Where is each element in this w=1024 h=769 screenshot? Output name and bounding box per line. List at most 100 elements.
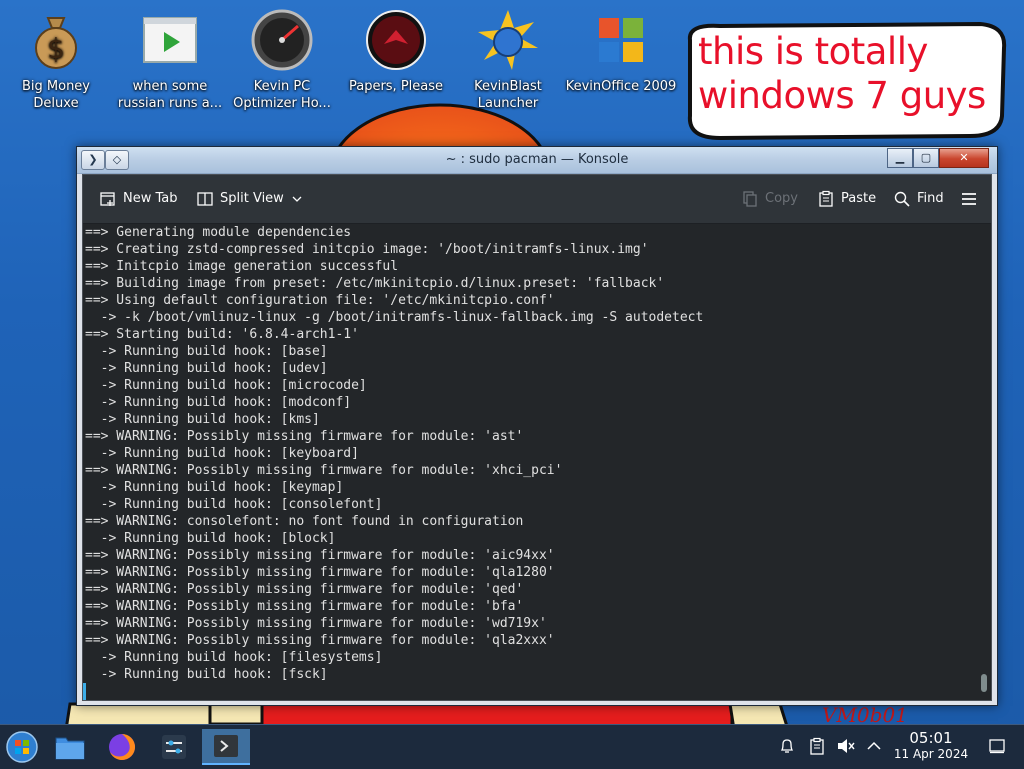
speech-bubble-text: this is totally windows 7 guys [698,30,998,118]
clock[interactable]: 05:01 11 Apr 2024 [888,729,974,762]
desktop-icon-label: Kevin PC Optimizer Ho... [233,79,331,111]
desktop-icon-label: Papers, Please [348,79,444,94]
terminal-line: ==> Creating zstd-compressed initcpio im… [85,242,649,257]
terminal-line: -> Running build hook: [filesystems] [85,650,383,665]
money-bag-icon: $ [35,17,77,69]
copy-label: Copy [765,191,798,206]
paste-label: Paste [841,191,877,206]
split-view-button[interactable]: Split View [196,188,304,210]
office-logo-icon [599,18,643,62]
terminal-line: -> Running build hook: [fsck] [85,667,328,682]
clock-time: 05:01 [909,729,953,747]
split-view-icon [197,192,213,206]
terminal-line: ==> WARNING: Possibly missing firmware f… [85,565,555,580]
search-icon [894,191,910,207]
copy-icon [743,191,757,207]
taskbar: 05:01 11 Apr 2024 [0,724,1024,769]
terminal-line: -> Running build hook: [udev] [85,361,328,376]
show-hidden-icons-button[interactable] [866,737,882,759]
desktop-icon-label: KevinBlast Launcher [474,79,542,111]
terminal-line: -> Running build hook: [consolefont] [85,497,383,512]
maximize-button[interactable]: ▢ [913,148,939,168]
konsole-toolbar: New Tab Split View Copy Paste Find [83,175,991,224]
terminal-line: -> Running build hook: [keymap] [85,480,344,495]
papers-please-icon [366,10,426,70]
desktop-icon-kevin-pc-optimizer[interactable]: Kevin PC Optimizer Ho... [226,8,338,112]
konsole-body: New Tab Split View Copy Paste Find ==> G… [82,174,992,701]
terminal-line: -> Running build hook: [block] [85,531,336,546]
terminal-line: -> Running build hook: [microcode] [85,378,367,393]
desktop-icon-video[interactable]: when some russian runs a... [114,8,226,112]
bubble-line-1: this is totally [698,30,928,73]
find-label: Find [917,191,944,206]
terminal-line: ==> Initcpio image generation successful [85,259,399,274]
terminal-line: ==> WARNING: Possibly missing firmware f… [85,599,524,614]
terminal-line: ==> Generating module dependencies [85,225,352,240]
window-titlebar[interactable]: ❯ ◇ ~ : sudo pacman — Konsole ▁ ▢ ✕ [77,147,997,174]
bell-icon [780,739,794,753]
taskbar-file-manager[interactable] [52,729,88,765]
firefox-icon [109,734,135,760]
terminal-line: ==> Starting build: '6.8.4-arch1-1' [85,327,359,342]
taskbar-system-settings[interactable] [156,729,192,765]
terminal-line: ==> WARNING: Possibly missing firmware f… [85,616,547,631]
paste-icon [819,190,833,207]
hamburger-menu-button[interactable] [960,188,978,210]
folder-icon [55,737,85,760]
hamburger-menu-icon [962,193,976,205]
terminal-line: ==> Using default configuration file: '/… [85,293,555,308]
clipboard-tray-icon[interactable] [808,737,826,759]
start-button[interactable] [4,729,40,765]
paste-button[interactable]: Paste [817,188,876,210]
windows-orb-icon [6,731,38,763]
split-view-label: Split View [220,191,284,206]
konsole-window[interactable]: ❯ ◇ ~ : sudo pacman — Konsole ▁ ▢ ✕ New … [76,146,998,706]
svg-text:$: $ [47,32,65,65]
globe-launcher-icon [478,10,538,70]
clipboard-icon [810,737,824,755]
find-button[interactable]: Find [893,188,944,210]
terminal-line: ==> WARNING: Possibly missing firmware f… [85,582,524,597]
volume-tray-icon[interactable] [836,737,856,759]
minimize-button[interactable]: ▁ [887,148,913,168]
terminal-cursor [83,683,86,700]
terminal-line: ==> WARNING: consolefont: no font found … [85,514,524,529]
desktop-icon-kevinblast-launcher[interactable]: KevinBlast Launcher [452,8,564,112]
notifications-tray-icon[interactable] [778,737,796,759]
terminal-line: ==> WARNING: Possibly missing firmware f… [85,463,563,478]
desktop-icon-papers-please[interactable]: Papers, Please [340,8,452,95]
terminal-line: -> Running build hook: [base] [85,344,328,359]
terminal-line: -> Running build hook: [kms] [85,412,320,427]
video-file-icon [143,17,197,63]
show-desktop-button[interactable] [988,737,1006,759]
terminal-line: -> -k /boot/vmlinuz-linux -g /boot/initr… [85,310,704,325]
terminal-line: ==> WARNING: Possibly missing firmware f… [85,429,524,444]
desktop-icon-big-money-deluxe[interactable]: $ Big Money Deluxe [0,8,112,112]
terminal-icon [214,735,238,757]
show-desktop-icon [989,739,1005,754]
speedometer-icon [251,9,313,71]
terminal-line: -> Running build hook: [modconf] [85,395,352,410]
terminal-output[interactable]: ==> Generating module dependencies ==> Cr… [83,224,977,700]
new-tab-label: New Tab [123,191,178,206]
bubble-line-2: windows 7 guys [698,74,986,117]
terminal-line: ==> Building image from preset: /etc/mki… [85,276,665,291]
taskbar-konsole[interactable] [202,729,250,765]
terminal-line: ==> WARNING: Possibly missing firmware f… [85,633,555,648]
terminal-line: -> Running build hook: [keyboard] [85,446,359,461]
chevron-up-icon [867,741,881,750]
scrollbar-thumb[interactable] [981,674,987,692]
speaker-muted-icon [838,739,855,753]
terminal-line: ==> WARNING: Possibly missing firmware f… [85,548,555,563]
copy-button[interactable]: Copy [741,188,798,210]
clock-date: 11 Apr 2024 [893,747,969,761]
close-button[interactable]: ✕ [939,148,989,168]
chevron-down-icon [292,196,302,202]
desktop-icon-label: Big Money Deluxe [21,79,90,111]
new-tab-button[interactable]: New Tab [99,188,178,210]
settings-sliders-icon [162,735,186,759]
taskbar-firefox[interactable] [104,729,140,765]
terminal-scrollbar[interactable] [977,224,991,700]
desktop-icon-kevinoffice[interactable]: KevinOffice 2009 [565,8,677,95]
desktop-icon-label: when some russian runs a... [117,79,223,111]
